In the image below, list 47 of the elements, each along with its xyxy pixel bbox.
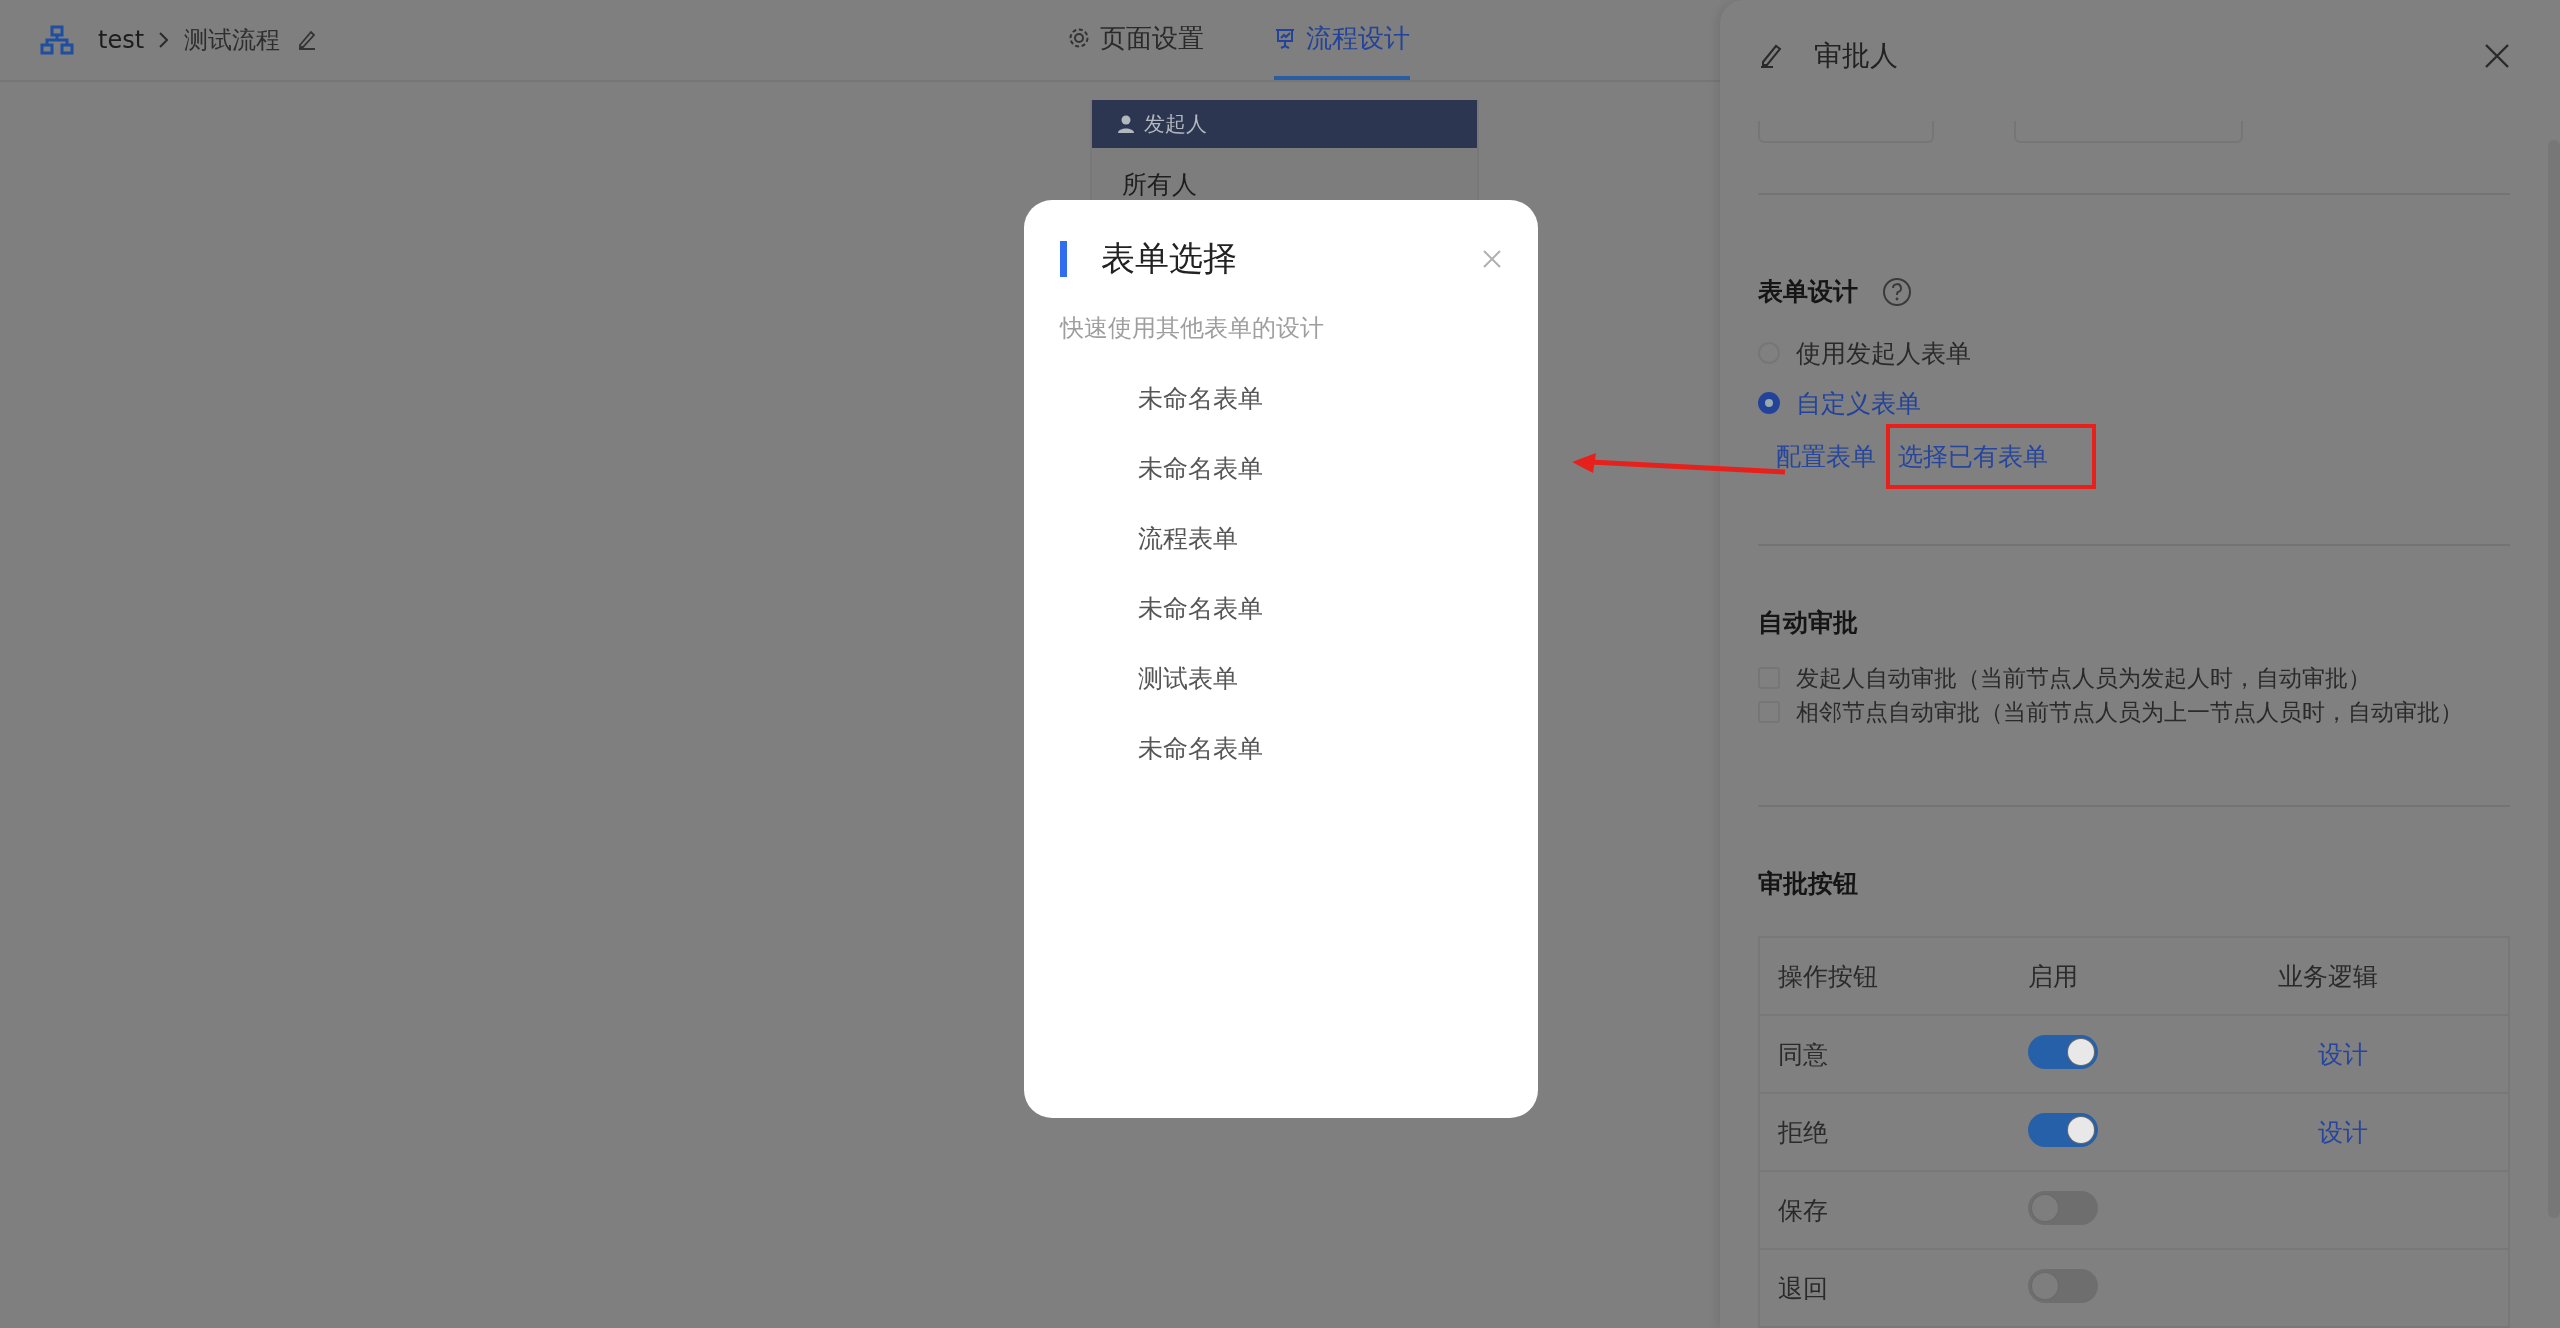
design-link[interactable]: 设计	[2318, 1039, 2368, 1069]
nav-tab[interactable]: 页面设置	[1068, 0, 1204, 80]
edit-icon	[1758, 42, 1784, 69]
form-list-item[interactable]: 未命名表单	[1060, 732, 1502, 766]
form-link[interactable]: 配置表单	[1776, 439, 1876, 473]
close-button[interactable]	[2484, 42, 2510, 69]
form-list-item[interactable]: 未命名表单	[1060, 592, 1502, 626]
panel-title: 审批人	[1814, 37, 1898, 74]
accent-bar	[1060, 241, 1067, 277]
dialog-subtitle: 快速使用其他表单的设计	[1060, 313, 1325, 344]
form-list-item[interactable]: 测试表单	[1060, 662, 1502, 696]
form-list-item[interactable]: 未命名表单	[1060, 452, 1502, 486]
form-list-item[interactable]: 未命名表单	[1060, 382, 1502, 416]
design-link[interactable]: 设计	[2318, 1117, 2368, 1147]
table-cell-text: 保存	[1778, 1194, 1829, 1227]
table-cell-text: 退回	[1778, 1272, 1829, 1305]
gear-icon	[1068, 27, 1090, 49]
close-button[interactable]	[1482, 249, 1502, 269]
radio-option[interactable]: 自定义表单	[1758, 378, 2510, 429]
checkbox-option[interactable]: 发起人自动审批（当前节点人员为发起人时，自动审批）	[1758, 661, 2510, 696]
column-header: 操作按钮	[1778, 960, 1879, 993]
toggle-switch[interactable]	[2028, 1269, 2098, 1303]
breadcrumb-current: 测试流程	[184, 25, 281, 56]
dialog-title: 表单选择	[1101, 237, 1237, 280]
user-icon	[1118, 115, 1134, 133]
column-header: 启用	[2028, 960, 2079, 993]
breadcrumb-link[interactable]: test	[98, 26, 145, 54]
chevron-right-icon	[158, 31, 171, 49]
help-icon	[1882, 276, 1912, 307]
section-heading: 表单设计	[1758, 276, 1858, 309]
checkbox-option[interactable]: 相邻节点自动审批（当前节点人员为上一节点人员时，自动审批）	[1758, 695, 2510, 730]
column-header: 业务逻辑	[2278, 960, 2379, 993]
radio-option[interactable]: 使用发起人表单	[1758, 328, 2510, 379]
toggle-switch[interactable]	[2028, 1191, 2098, 1225]
toggle-switch[interactable]	[2028, 1035, 2098, 1069]
radio-button[interactable]	[1758, 392, 1780, 415]
org-chart-icon	[40, 25, 74, 55]
table-cell-text: 同意	[1778, 1038, 1829, 1071]
flow-chart-icon	[1274, 27, 1296, 49]
table-cell-text: 拒绝	[1778, 1116, 1829, 1149]
form-list-item[interactable]: 流程表单	[1060, 522, 1502, 556]
section-heading: 审批按钮	[1758, 868, 1858, 900]
toggle-switch[interactable]	[2028, 1113, 2098, 1147]
node-title: 发起人	[1144, 111, 1207, 138]
nav-tab[interactable]: 流程设计	[1274, 0, 1410, 80]
section-heading: 自动审批	[1758, 607, 1858, 640]
node-content: 所有人	[1122, 170, 1197, 199]
